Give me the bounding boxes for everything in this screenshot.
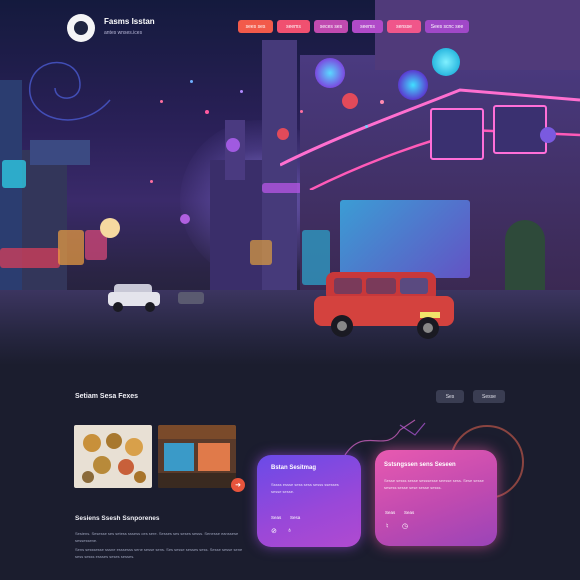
sparkle <box>240 90 243 93</box>
card-1-lock-icon[interactable]: ♁ <box>287 527 292 534</box>
neon-sign-cyan <box>2 160 26 188</box>
card-1-title: Bstan Sesitmag <box>271 465 317 471</box>
storefront-window <box>340 200 470 278</box>
nav-item-1[interactable]: sees ses <box>238 20 273 33</box>
arrow-icon: ➜ <box>235 482 241 489</box>
feature-card-2[interactable]: Sstsngssen sens Seseen Sesse sesss sesse… <box>375 450 497 546</box>
nav-item-3[interactable]: seces ses <box>314 20 348 33</box>
orb-icon <box>226 138 240 152</box>
sparkle <box>205 110 209 114</box>
nav-item-6[interactable]: Sees scnc see <box>425 20 469 33</box>
car-distant <box>178 292 204 304</box>
logo[interactable] <box>67 14 95 42</box>
thumbnail-storefront[interactable] <box>158 425 236 488</box>
section-paragraph-1: Sesiens. Sesesse ses setess sssess oes s… <box>75 531 239 543</box>
red-car <box>314 272 454 339</box>
orb-icon <box>342 93 358 109</box>
window-upper <box>430 108 484 160</box>
orb-icon <box>277 128 289 140</box>
building-middle <box>210 160 270 300</box>
card-2-label-2: Seas <box>404 510 415 515</box>
orb-icon <box>315 58 345 88</box>
hero-banner <box>0 0 580 365</box>
card-2-clock-icon[interactable]: ◷ <box>402 522 408 530</box>
sparkle <box>300 110 303 113</box>
street <box>0 290 580 365</box>
orb-icon <box>180 214 190 224</box>
shop-window <box>58 230 84 265</box>
card-1-text: Sssss essse sess sess sesss ssesses sess… <box>271 482 339 494</box>
card-2-chart-icon[interactable]: ♮ <box>386 522 389 530</box>
section-paragraph-2: Sens sesssesse sssne esssesss sene sesse… <box>75 547 243 559</box>
orb-icon <box>432 48 460 76</box>
sparkle <box>365 125 368 128</box>
feature-card-1[interactable]: Bstan Sesitmag Sssss essse sess sess ses… <box>257 455 361 547</box>
brand-title: Fasms Isstan <box>104 17 155 26</box>
sparkle <box>150 180 153 183</box>
section-button-2[interactable]: Sesse <box>473 390 505 403</box>
shop-window-2 <box>250 240 272 265</box>
card-1-label-2: Sesa <box>290 515 301 520</box>
storefront-image <box>158 425 236 488</box>
logo-mark <box>74 21 88 35</box>
building-left <box>0 80 22 310</box>
card-1-label-1: Seas <box>271 515 282 520</box>
thumbnail-food[interactable] <box>74 425 152 488</box>
food-image <box>82 433 146 483</box>
nav-item-4[interactable]: seems <box>352 20 383 33</box>
building-left-3 <box>30 140 90 165</box>
sparkle <box>190 80 193 83</box>
street-lamp <box>100 218 120 238</box>
section-button-1[interactable]: Ses <box>436 390 464 403</box>
section-heading: Sesiens Ssesh Ssnporenes <box>75 515 160 522</box>
neon-sign-red <box>0 248 60 268</box>
card-1-clip-icon[interactable]: ⊘ <box>271 527 277 535</box>
white-car <box>108 284 160 312</box>
nav-item-5[interactable]: sensse <box>387 20 421 33</box>
card-2-text: Sesse sesss sesse sesssesse seesse sess.… <box>384 478 484 490</box>
sparkle <box>380 100 384 104</box>
swirl-decoration <box>29 61 111 121</box>
card-2-label-1: Seas <box>385 510 396 515</box>
brand-subtitle: antes wnses.ices <box>104 30 143 36</box>
orb-icon <box>398 70 428 100</box>
orb-icon <box>540 127 556 143</box>
card-2-title: Sstsngssen sens Seseen <box>384 462 456 468</box>
sparkle <box>160 100 163 103</box>
arrow-button[interactable]: ➜ <box>231 478 245 492</box>
window-upper-2 <box>493 105 547 154</box>
nav-item-2[interactable]: seems <box>277 20 310 33</box>
section-title: Setiam Sesa Fexes <box>75 393 139 400</box>
